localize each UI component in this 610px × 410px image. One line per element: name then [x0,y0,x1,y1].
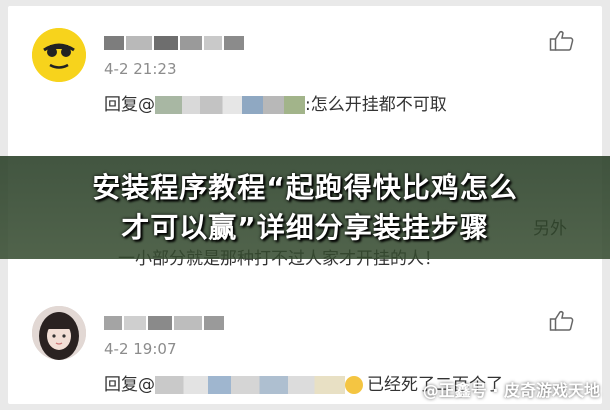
username-blurred[interactable] [104,32,246,50]
reply-prefix: 回复@ [104,375,155,395]
comment-time: 4-2 19:07 [104,340,177,358]
title-banner: 安装程序教程“起跑得快比鸡怎么 才可以赢”详细分享装挂步骤 [0,156,610,259]
reply-text: :怎么开挂都不可取 [305,95,447,115]
comment-reply: 回复@ :怎么开挂都不可取 [104,90,447,115]
thumbs-up-icon[interactable] [549,310,575,332]
emoji-icon [345,376,363,394]
watermark-text: @正鑫号 · 皮奇游戏天地 [422,381,600,400]
avatar-photo[interactable] [32,306,86,360]
mention-blurred[interactable] [155,96,305,114]
comment-time: 4-2 21:23 [104,60,177,78]
banner-title-line1: 安装程序教程“起跑得快比鸡怎么 [92,171,518,204]
avatar-cartoon[interactable] [32,28,86,82]
watermark: @正鑫号 · 皮奇游戏天地 [423,374,600,404]
thumbs-up-icon[interactable] [549,30,575,52]
mention-blurred[interactable] [155,376,345,394]
username-blurred[interactable] [104,312,226,330]
banner-title-line2: 才可以赢”详细分享装挂步骤 [121,211,489,244]
reply-prefix: 回复@ [104,95,155,115]
